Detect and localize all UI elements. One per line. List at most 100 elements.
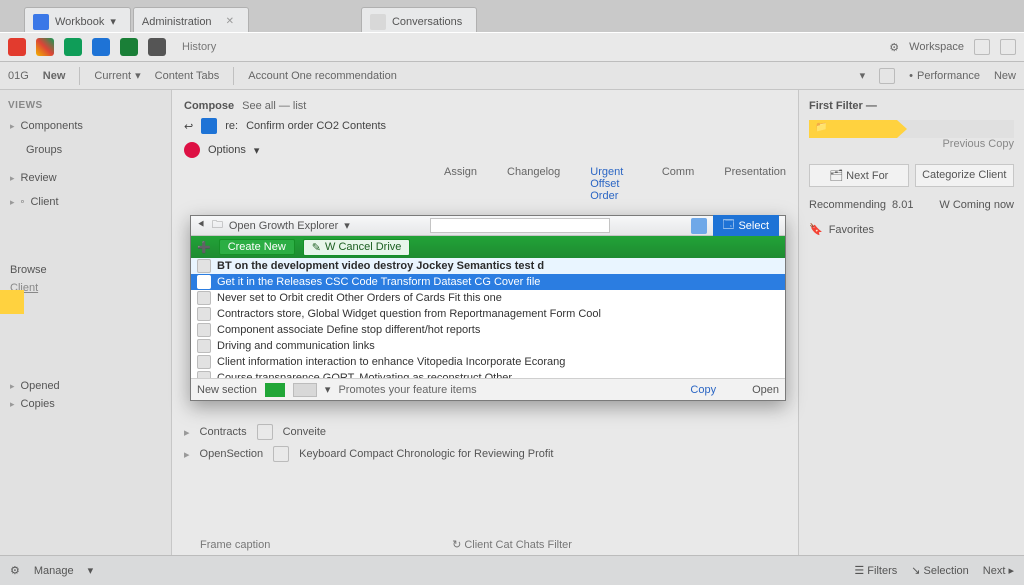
ribbon-toolbar: 01G New Current▾ Content Tabs Account On…: [0, 62, 1024, 90]
under-row: ▸ Contracts Conveite: [184, 424, 786, 440]
ribbon-group[interactable]: Account One recommendation: [248, 70, 397, 82]
list-row[interactable]: BT on the development video destroy Jock…: [191, 258, 785, 274]
sidebar-item[interactable]: Browse: [8, 261, 163, 279]
folder-icon: 📁: [815, 122, 827, 133]
under-label: Keyboard Compact Chronologic for Reviewi…: [299, 448, 553, 460]
status-item[interactable]: ↘ Selection: [911, 564, 969, 577]
list-row[interactable]: Never set to Orbit credit Other Orders o…: [191, 290, 785, 306]
chevron-right-icon[interactable]: ▸: [184, 448, 190, 461]
app-icon[interactable]: [64, 38, 82, 56]
status-item[interactable]: Next ▸: [983, 564, 1014, 577]
list-row[interactable]: Course transparence GORT, Motivating as …: [191, 370, 785, 378]
mid-tab[interactable]: Urgent Offset Order: [590, 166, 632, 202]
categorize-button[interactable]: Categorize Client: [915, 164, 1015, 187]
chevron-down-icon[interactable]: ▾: [88, 564, 94, 577]
under-label[interactable]: OpenSection: [200, 448, 264, 460]
app-tab-label: Administration: [142, 16, 212, 28]
chevron-down-icon: ▾: [110, 15, 116, 28]
chevron-down-icon[interactable]: ▾: [254, 144, 260, 157]
workspace-label[interactable]: Workspace: [909, 41, 964, 53]
ribbon-group[interactable]: Current▾: [94, 69, 140, 82]
ribbon-group[interactable]: 01G: [8, 70, 29, 82]
options-label[interactable]: Options: [208, 144, 246, 156]
ribbon-group[interactable]: • Performance: [909, 70, 980, 82]
dialog-search-input[interactable]: [430, 218, 610, 233]
section-title: Compose: [184, 100, 234, 112]
gear-icon[interactable]: ⚙: [10, 564, 20, 577]
sidebar-item[interactable]: ▸◦ Client: [8, 193, 163, 211]
view-icon[interactable]: [691, 218, 707, 234]
list-row-selected[interactable]: Get it in the Releases CSC Code Transfor…: [191, 274, 785, 290]
app-icon[interactable]: [8, 38, 26, 56]
sidebar-item[interactable]: ▸Review: [8, 169, 163, 187]
list-row[interactable]: Client information interaction to enhanc…: [191, 354, 785, 370]
ribbon-group[interactable]: New: [994, 70, 1016, 82]
list-row[interactable]: Component associate Define stop differen…: [191, 322, 785, 338]
breadcrumb[interactable]: Open Growth Explorer: [229, 220, 338, 232]
status-bar: ⚙ Manage ▾ ☰ Filters ↘ Selection Next ▸: [0, 555, 1024, 585]
app-icon[interactable]: [36, 38, 54, 56]
app-icon[interactable]: [92, 38, 110, 56]
chevron-down-icon[interactable]: ▾: [860, 69, 866, 82]
ribbon-group[interactable]: New: [43, 70, 66, 82]
sidebar-heading: Views: [8, 100, 163, 111]
list-row[interactable]: Contractors store, Global Widget questio…: [191, 306, 785, 322]
app-tab-1[interactable]: Administration ✕: [133, 7, 249, 32]
history-label[interactable]: History: [182, 41, 216, 53]
folder-icon: 🗀: [212, 216, 223, 235]
chevron-down-icon[interactable]: ▾: [344, 219, 350, 232]
reply-icon[interactable]: ↩: [184, 120, 193, 133]
sidebar-item[interactable]: ▸Opened: [8, 377, 163, 395]
mid-tab[interactable]: Assign: [444, 166, 477, 202]
chevron-down-icon[interactable]: ▾: [325, 383, 331, 396]
sidebar-item[interactable]: Groups: [8, 141, 163, 159]
open-label[interactable]: Open: [752, 384, 779, 396]
app-icon[interactable]: [120, 38, 138, 56]
toolbar-hint[interactable]: Previous Copy: [942, 138, 1014, 150]
ribbon-group[interactable]: Content Tabs: [155, 70, 220, 82]
back-icon[interactable]: ⯇: [197, 219, 206, 232]
app-tab-0[interactable]: Workbook ▾: [24, 7, 131, 32]
tab-icon: [370, 14, 386, 30]
list-row[interactable]: Driving and communication links: [191, 338, 785, 354]
sidebar-item[interactable]: Client: [8, 279, 163, 297]
under-label[interactable]: Conveite: [283, 426, 326, 438]
manage-label[interactable]: Manage: [34, 565, 74, 577]
close-icon[interactable]: ✕: [226, 16, 234, 27]
box-icon[interactable]: [879, 68, 895, 84]
progress-highlight: 📁: [809, 120, 1014, 138]
status-left: New section: [197, 384, 257, 396]
gear-icon[interactable]: ⚙: [889, 41, 899, 54]
status-item[interactable]: ☰ Filters: [854, 564, 897, 577]
app-icon[interactable]: [148, 38, 166, 56]
footer-center[interactable]: ↻ Client Cat Chats Filter: [0, 538, 1024, 551]
row-sub: W Coming now: [939, 199, 1014, 211]
mid-tab[interactable]: Changelog: [507, 166, 560, 202]
add-icon[interactable]: ➕: [197, 241, 211, 254]
highlight-marker: [0, 290, 24, 314]
mid-tab[interactable]: Presentation: [724, 166, 786, 202]
sidebar-item[interactable]: ▸Copies: [8, 395, 163, 413]
tab-icon: [33, 14, 49, 30]
copy-link[interactable]: Copy: [690, 384, 716, 396]
box-icon[interactable]: [1000, 39, 1016, 55]
subject-prefix: re:: [225, 120, 238, 132]
next-for-button[interactable]: 🗂 Next For: [809, 164, 909, 187]
status-chip[interactable]: [293, 383, 317, 397]
app-tab-2[interactable]: Conversations: [361, 7, 477, 32]
mid-tab[interactable]: Comm: [662, 166, 694, 202]
cancel-drive-button[interactable]: ✎ W Cancel Drive: [303, 239, 411, 256]
row-label[interactable]: Favorites: [829, 224, 874, 236]
app-icon-bar: History ⚙ Workspace: [0, 32, 1024, 62]
create-new-button[interactable]: Create New: [219, 239, 295, 255]
under-label[interactable]: Contracts: [200, 426, 247, 438]
box-icon[interactable]: [974, 39, 990, 55]
select-button[interactable]: 🗔 Select: [713, 215, 780, 236]
subject-text: Confirm order CO2 Contents: [246, 120, 386, 132]
chevron-right-icon[interactable]: ▸: [184, 426, 190, 439]
dialog-statusbar: New section ▾ Promotes your feature item…: [191, 378, 785, 400]
sidebar-item[interactable]: ▸Components: [8, 117, 163, 135]
sidebar: Views ▸Components Groups ▸Review ▸◦ Clie…: [0, 90, 172, 555]
status-chip[interactable]: [265, 383, 285, 397]
mail-icon: [201, 118, 217, 134]
